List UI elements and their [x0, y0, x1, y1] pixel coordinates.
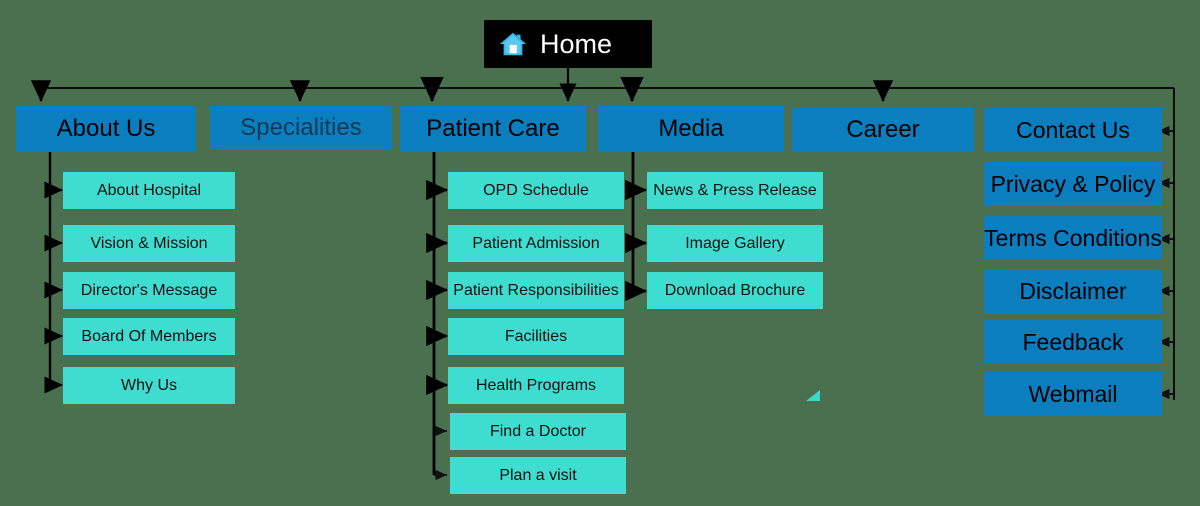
- node-plan-a-visit[interactable]: Plan a visit: [450, 457, 626, 494]
- node-home[interactable]: Home: [484, 20, 652, 68]
- node-patient-admission-label: Patient Admission: [472, 234, 600, 252]
- home-icon: [499, 32, 527, 56]
- node-career[interactable]: Career: [792, 108, 974, 152]
- node-career-label: Career: [846, 116, 920, 143]
- node-feedback-label: Feedback: [1022, 328, 1124, 355]
- stray-triangle-artifact: [806, 390, 820, 401]
- node-webmail[interactable]: Webmail: [984, 372, 1162, 416]
- node-disclaimer-label: Disclaimer: [1019, 277, 1127, 304]
- node-vision-mission[interactable]: Vision & Mission: [63, 225, 235, 262]
- node-health-programs-label: Health Programs: [475, 376, 597, 394]
- node-facilities-label: Facilities: [504, 327, 568, 345]
- node-contact-us-label: Contact Us: [1016, 116, 1130, 143]
- node-opd-schedule[interactable]: OPD Schedule: [448, 172, 624, 209]
- node-opd-schedule-label: OPD Schedule: [483, 181, 589, 199]
- node-webmail-label: Webmail: [1028, 380, 1118, 407]
- node-about-us[interactable]: About Us: [16, 106, 196, 152]
- node-download-brochure-label: Download Brochure: [664, 281, 806, 299]
- node-why-us[interactable]: Why Us: [63, 367, 235, 404]
- node-privacy-policy-label: Privacy & Policy: [990, 170, 1156, 197]
- node-disclaimer[interactable]: Disclaimer: [984, 269, 1162, 313]
- node-patient-care-label: Patient Care: [426, 115, 560, 142]
- node-terms-conditions[interactable]: Terms Conditions: [984, 216, 1162, 260]
- node-contact-us[interactable]: Contact Us: [984, 108, 1162, 152]
- node-news-press-release[interactable]: News & Press Release: [647, 172, 823, 209]
- node-about-us-label: About Us: [56, 115, 156, 142]
- node-about-hospital[interactable]: About Hospital: [63, 172, 235, 209]
- node-home-label: Home: [540, 28, 613, 59]
- node-patient-care[interactable]: Patient Care: [400, 106, 586, 152]
- node-find-a-doctor[interactable]: Find a Doctor: [450, 413, 626, 450]
- node-vision-mission-label: Vision & Mission: [90, 234, 208, 252]
- node-board-of-members[interactable]: Board Of Members: [63, 318, 235, 355]
- node-image-gallery[interactable]: Image Gallery: [647, 225, 823, 262]
- node-image-gallery-label: Image Gallery: [685, 234, 785, 252]
- node-specialities-label: Specialities: [240, 114, 362, 141]
- node-patient-responsibilities[interactable]: Patient Responsibilities: [448, 272, 624, 309]
- node-why-us-label: Why Us: [121, 376, 177, 394]
- node-specialities[interactable]: Specialities: [210, 106, 392, 150]
- node-feedback[interactable]: Feedback: [984, 320, 1162, 364]
- node-download-brochure[interactable]: Download Brochure: [647, 272, 823, 309]
- node-about-hospital-label: About Hospital: [96, 181, 202, 199]
- node-media[interactable]: Media: [598, 106, 784, 152]
- node-directors-message[interactable]: Director's Message: [63, 272, 235, 309]
- node-media-label: Media: [658, 115, 724, 142]
- node-privacy-policy[interactable]: Privacy & Policy: [984, 162, 1162, 206]
- node-plan-a-visit-label: Plan a visit: [499, 466, 577, 484]
- node-patient-admission[interactable]: Patient Admission: [448, 225, 624, 262]
- node-news-press-release-label: News & Press Release: [653, 181, 817, 199]
- node-facilities[interactable]: Facilities: [448, 318, 624, 355]
- node-terms-conditions-label: Terms Conditions: [984, 224, 1162, 251]
- node-patient-responsibilities-label: Patient Responsibilities: [453, 281, 619, 299]
- sitemap-canvas: Home About Us Specialities Patient Care …: [0, 0, 1200, 506]
- node-health-programs[interactable]: Health Programs: [448, 367, 624, 404]
- node-board-of-members-label: Board Of Members: [81, 327, 217, 345]
- node-directors-message-label: Director's Message: [80, 281, 218, 299]
- node-find-a-doctor-label: Find a Doctor: [489, 422, 587, 440]
